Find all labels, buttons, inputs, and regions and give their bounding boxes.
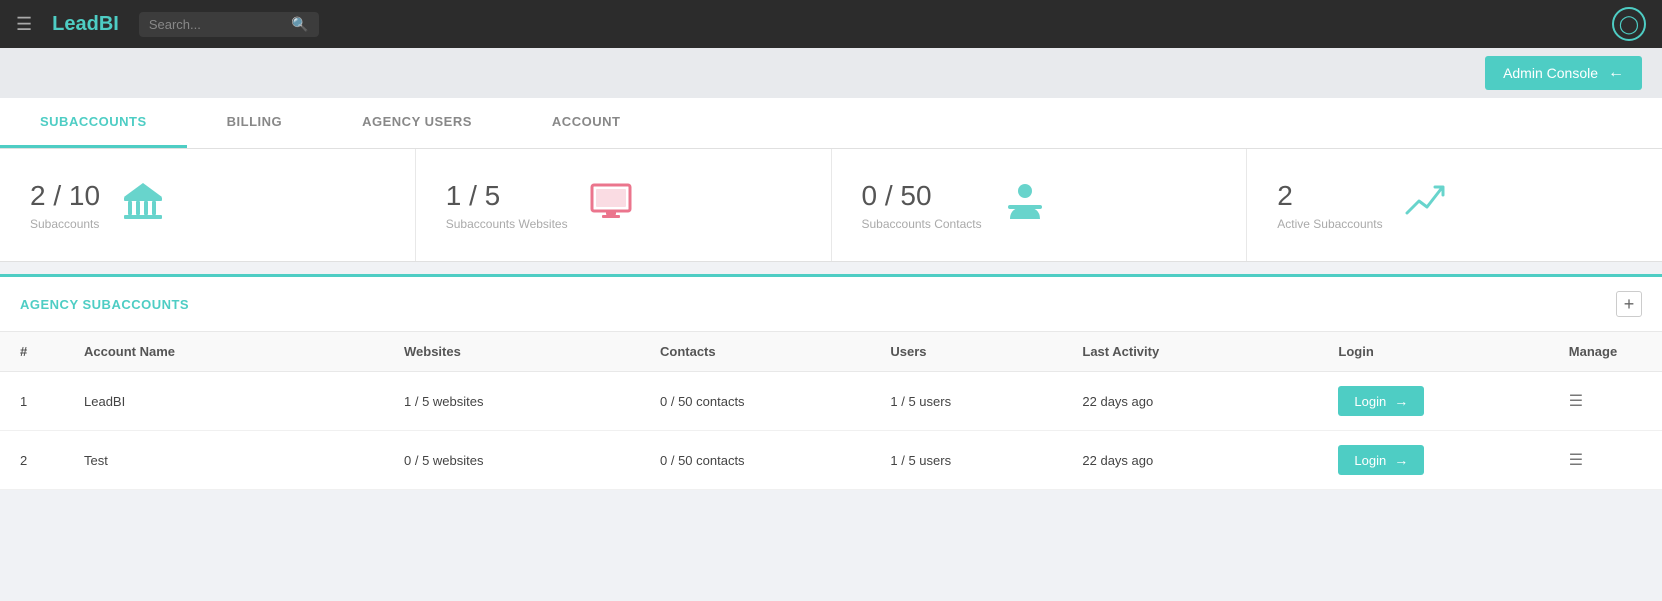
table-row: 2 Test 0 / 5 websites 0 / 50 contacts 1 …: [0, 431, 1662, 490]
stat-card-websites: 1 / 5 Subaccounts Websites: [416, 149, 832, 261]
add-subaccount-button[interactable]: +: [1616, 291, 1642, 317]
row2-login-label: Login: [1354, 453, 1386, 468]
row1-login-cell: Login →: [1318, 372, 1548, 431]
agency-title: AGENCY SUBACCOUNTS: [20, 297, 189, 312]
screen-icon: [588, 177, 634, 233]
logo-lead: Lead: [52, 13, 99, 35]
stat-label-contacts: Subaccounts Contacts: [862, 217, 982, 231]
row1-account-name: LeadBI: [64, 372, 384, 431]
stat-text-contacts: 0 / 50 Subaccounts Contacts: [862, 179, 982, 231]
row1-login-label: Login: [1354, 394, 1386, 409]
search-icon: 🔍: [291, 16, 308, 33]
row1-num: 1: [0, 372, 64, 431]
row2-last-activity: 22 days ago: [1062, 431, 1318, 490]
menu-icon[interactable]: ☰: [16, 14, 32, 35]
topnav: ☰ LeadBI 🔍 ◯: [0, 0, 1662, 48]
stat-text-subaccounts: 2 / 10 Subaccounts: [30, 179, 100, 231]
search-bar: 🔍: [139, 12, 319, 37]
stats-section: 2 / 10 Subaccounts 1 / 5 Subaccounts Web…: [0, 149, 1662, 262]
topnav-right: ◯: [1612, 7, 1646, 41]
row1-login-arrow-icon: →: [1394, 393, 1408, 409]
row1-manage-icon[interactable]: ☰: [1569, 393, 1583, 410]
stat-label-websites: Subaccounts Websites: [446, 217, 568, 231]
row2-login-button[interactable]: Login →: [1338, 445, 1424, 475]
row2-websites: 0 / 5 websites: [384, 431, 640, 490]
th-account-name: Account Name: [64, 332, 384, 372]
table-row: 1 LeadBI 1 / 5 websites 0 / 50 contacts …: [0, 372, 1662, 431]
th-manage: Manage: [1549, 332, 1662, 372]
stat-card-contacts: 0 / 50 Subaccounts Contacts: [832, 149, 1248, 261]
table-header-row: # Account Name Websites Contacts Users L…: [0, 332, 1662, 372]
stat-text-websites: 1 / 5 Subaccounts Websites: [446, 179, 568, 231]
stat-card-subaccounts: 2 / 10 Subaccounts: [0, 149, 416, 261]
accounts-table: # Account Name Websites Contacts Users L…: [0, 332, 1662, 490]
th-websites: Websites: [384, 332, 640, 372]
row2-login-arrow-icon: →: [1394, 452, 1408, 468]
trend-icon: [1403, 177, 1449, 233]
th-num: #: [0, 332, 64, 372]
table-head: # Account Name Websites Contacts Users L…: [0, 332, 1662, 372]
admin-console-button[interactable]: Admin Console ←: [1485, 56, 1642, 90]
admin-console-label: Admin Console: [1503, 65, 1598, 81]
row2-account-name: Test: [64, 431, 384, 490]
th-contacts: Contacts: [640, 332, 870, 372]
stat-label-active: Active Subaccounts: [1277, 217, 1382, 231]
stat-number-subaccounts: 2 / 10: [30, 179, 100, 213]
row2-contacts: 0 / 50 contacts: [640, 431, 870, 490]
person-icon: [1002, 177, 1048, 233]
th-users: Users: [870, 332, 1062, 372]
agency-section: AGENCY SUBACCOUNTS + # Account Name Webs…: [0, 274, 1662, 490]
row1-login-button[interactable]: Login →: [1338, 386, 1424, 416]
row1-users: 1 / 5 users: [870, 372, 1062, 431]
tab-billing[interactable]: BILLING: [187, 98, 323, 148]
agency-header: AGENCY SUBACCOUNTS +: [0, 277, 1662, 332]
tab-subaccounts[interactable]: SUBACCOUNTS: [0, 98, 187, 148]
stat-number-active: 2: [1277, 179, 1382, 213]
row1-websites: 1 / 5 websites: [384, 372, 640, 431]
row2-num: 2: [0, 431, 64, 490]
row1-last-activity: 22 days ago: [1062, 372, 1318, 431]
tabs-bar: SUBACCOUNTS BILLING AGENCY USERS ACCOUNT: [0, 98, 1662, 149]
arrow-icon: ←: [1608, 64, 1624, 82]
th-login: Login: [1318, 332, 1548, 372]
logo-bi: BI: [99, 13, 119, 35]
power-button[interactable]: ◯: [1612, 7, 1646, 41]
row1-contacts: 0 / 50 contacts: [640, 372, 870, 431]
stat-number-websites: 1 / 5: [446, 179, 568, 213]
search-input[interactable]: [149, 17, 284, 32]
tab-agency-users[interactable]: AGENCY USERS: [322, 98, 512, 148]
bank-icon: [120, 177, 166, 233]
admin-bar: Admin Console ←: [0, 48, 1662, 98]
row2-users: 1 / 5 users: [870, 431, 1062, 490]
stat-text-active: 2 Active Subaccounts: [1277, 179, 1382, 231]
stat-card-active: 2 Active Subaccounts: [1247, 149, 1662, 261]
row2-manage-cell: ☰: [1549, 431, 1662, 490]
row1-manage-cell: ☰: [1549, 372, 1662, 431]
th-last-activity: Last Activity: [1062, 332, 1318, 372]
row2-manage-icon[interactable]: ☰: [1569, 452, 1583, 469]
table-body: 1 LeadBI 1 / 5 websites 0 / 50 contacts …: [0, 372, 1662, 490]
row2-login-cell: Login →: [1318, 431, 1548, 490]
stat-label-subaccounts: Subaccounts: [30, 217, 100, 231]
stat-number-contacts: 0 / 50: [862, 179, 982, 213]
app-logo: LeadBI: [52, 13, 119, 36]
tab-account[interactable]: ACCOUNT: [512, 98, 661, 148]
